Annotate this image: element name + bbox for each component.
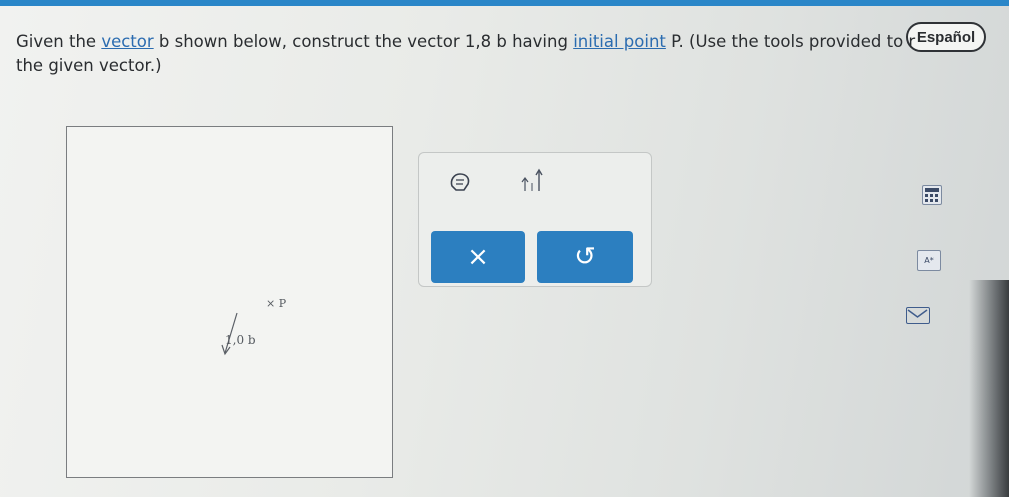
- tools-panel: × ↺: [418, 152, 652, 287]
- question-text: Given the vector b shown below, construc…: [16, 30, 1006, 80]
- question-text-line2: the given vector.): [16, 56, 162, 75]
- graph-area[interactable]: 1,0 b × P: [66, 126, 393, 478]
- point-p-marker[interactable]: ×: [266, 297, 275, 310]
- font-size-icon[interactable]: A*: [917, 250, 941, 271]
- vector-link[interactable]: vector: [101, 32, 153, 51]
- top-accent-bar: [0, 0, 1009, 6]
- clear-button[interactable]: ×: [431, 231, 525, 283]
- question-text-part: Given the: [16, 32, 102, 51]
- vector-tool-icon[interactable]: [519, 167, 549, 197]
- calculator-icon[interactable]: [922, 185, 942, 205]
- mail-icon[interactable]: [906, 307, 930, 324]
- vector-label: 1,0 b: [225, 333, 256, 347]
- point-p-name: P: [278, 297, 287, 310]
- eraser-hand-icon[interactable]: [445, 167, 475, 197]
- screen-edge-shadow: [969, 280, 1009, 497]
- question-text-part: P. (Use the tools provided to r: [665, 32, 916, 51]
- question-text-part: b shown below, construct the vector 1,8 …: [153, 32, 574, 51]
- point-p-label: × P: [266, 297, 286, 310]
- undo-button[interactable]: ↺: [537, 231, 633, 283]
- graph-canvas: [221, 312, 238, 356]
- initial-point-link[interactable]: initial point: [573, 32, 666, 51]
